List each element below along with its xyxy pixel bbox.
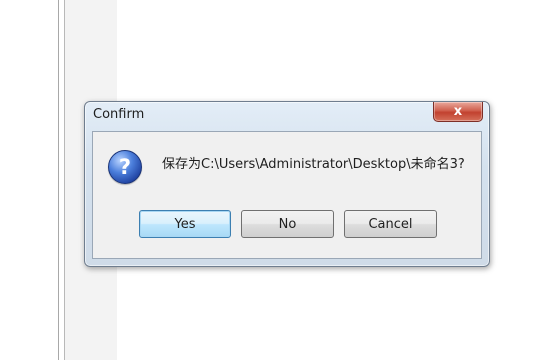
background-divider	[58, 0, 59, 360]
background-panel-left	[0, 0, 58, 360]
question-icon: ?	[108, 150, 142, 184]
confirm-dialog: Confirm x ? 保存为C:\Users\Administrator\De…	[84, 101, 490, 267]
dialog-title: Confirm	[93, 107, 145, 122]
close-icon: x	[453, 104, 463, 119]
no-button[interactable]: No	[241, 210, 334, 238]
yes-button[interactable]: Yes	[139, 210, 231, 238]
dialog-body: ? 保存为C:\Users\Administrator\Desktop\未命名3…	[92, 131, 482, 259]
cancel-button[interactable]: Cancel	[344, 210, 437, 238]
dialog-message: 保存为C:\Users\Administrator\Desktop\未命名3?	[162, 157, 465, 172]
close-button[interactable]: x	[433, 102, 483, 122]
